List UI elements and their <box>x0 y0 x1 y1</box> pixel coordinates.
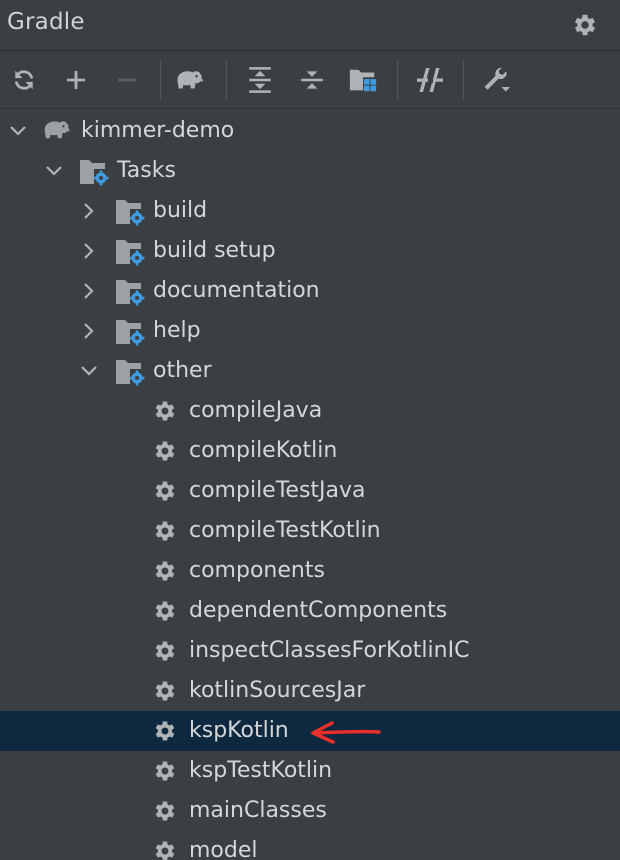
gear-icon <box>152 398 180 424</box>
tree-node-label: dependentComponents <box>189 598 448 623</box>
refresh-icon[interactable] <box>9 65 39 95</box>
tree-node-label: mainClasses <box>189 798 327 823</box>
gear-icon <box>152 838 180 860</box>
gear-icon <box>152 478 180 504</box>
tree-node-task[interactable]: compileJava <box>0 391 620 431</box>
tool-window-title: Gradle <box>7 9 85 35</box>
tree-node-label: build <box>153 198 208 223</box>
red-arrow-annotation <box>306 719 386 745</box>
tree-node-group[interactable]: build setup <box>0 231 620 271</box>
tree-node-label: kspKotlin <box>189 718 289 743</box>
toolbar-separator <box>463 60 464 100</box>
chevron-right-icon[interactable] <box>79 201 99 221</box>
offline-icon[interactable] <box>415 65 445 95</box>
gear-icon <box>152 438 180 464</box>
elephant-icon[interactable] <box>175 65 205 95</box>
toolbar-separator <box>397 60 398 100</box>
tree-node-label: model <box>189 838 258 860</box>
gear-icon <box>152 638 180 664</box>
tree-node-label: compileKotlin <box>189 438 338 463</box>
gear-icon <box>152 718 180 744</box>
gradle-project-tree: kimmer-demo Tasks build build setup docu… <box>0 109 620 860</box>
gradle-tool-window: Gradle kimmer-demo Tasks build build set… <box>0 0 620 860</box>
wrench-icon[interactable] <box>482 65 512 95</box>
tree-node-group[interactable]: help <box>0 311 620 351</box>
tree-node-group[interactable]: other <box>0 351 620 391</box>
tree-node-label: compileTestJava <box>189 478 366 503</box>
tree-node-label: compileTestKotlin <box>189 518 381 543</box>
chevron-right-icon[interactable] <box>79 241 99 261</box>
folder-gear-icon <box>79 158 109 186</box>
toolbar-separator <box>226 60 227 100</box>
tree-node-task[interactable]: inspectClassesForKotlinIC <box>0 631 620 671</box>
tool-window-header: Gradle <box>0 0 620 51</box>
tree-node-task[interactable]: components <box>0 551 620 591</box>
folder-grid-icon[interactable] <box>348 65 378 95</box>
folder-gear-icon <box>115 238 145 266</box>
tree-node-label: inspectClassesForKotlinIC <box>189 638 470 663</box>
tree-node-task[interactable]: model <box>0 831 620 860</box>
toolbar-separator <box>160 60 161 100</box>
tree-node-label: Tasks <box>117 158 176 183</box>
tree-node-label: kotlinSourcesJar <box>189 678 366 703</box>
tree-node-label: kimmer-demo <box>81 118 235 143</box>
tree-node-tasks[interactable]: Tasks <box>0 151 620 191</box>
tree-node-task[interactable]: dependentComponents <box>0 591 620 631</box>
chevron-down-icon[interactable] <box>8 121 28 141</box>
collapse-all-icon[interactable] <box>297 65 327 95</box>
tree-node-label: components <box>189 558 325 583</box>
tree-node-label: build setup <box>153 238 276 263</box>
gear-icon <box>152 678 180 704</box>
plus-icon[interactable] <box>61 65 91 95</box>
tree-node-label: kspTestKotlin <box>189 758 333 783</box>
tree-node-task[interactable]: compileTestKotlin <box>0 511 620 551</box>
tree-node-project[interactable]: kimmer-demo <box>0 111 620 151</box>
folder-gear-icon <box>115 278 145 306</box>
tree-node-group[interactable]: documentation <box>0 271 620 311</box>
tree-node-task[interactable]: compileTestJava <box>0 471 620 511</box>
gear-icon <box>152 598 180 624</box>
elephant-icon <box>42 118 70 144</box>
chevron-down-icon[interactable] <box>44 161 64 181</box>
tree-node-label: documentation <box>153 278 320 303</box>
tree-node-task[interactable]: kotlinSourcesJar <box>0 671 620 711</box>
gear-icon <box>152 798 180 824</box>
minus-icon[interactable] <box>112 65 142 95</box>
tree-node-task[interactable]: mainClasses <box>0 791 620 831</box>
tree-node-label: other <box>153 358 212 383</box>
expand-all-icon[interactable] <box>245 65 275 95</box>
chevron-down-icon[interactable] <box>79 361 99 381</box>
gear-icon <box>152 558 180 584</box>
gear-icon <box>152 518 180 544</box>
chevron-right-icon[interactable] <box>79 321 99 341</box>
tree-node-task[interactable]: compileKotlin <box>0 431 620 471</box>
folder-gear-icon <box>115 358 145 386</box>
chevron-right-icon[interactable] <box>79 281 99 301</box>
gradle-toolbar <box>0 51 620 109</box>
folder-gear-icon <box>115 198 145 226</box>
folder-gear-icon <box>115 318 145 346</box>
gear-icon <box>152 758 180 784</box>
tree-node-group[interactable]: build <box>0 191 620 231</box>
tree-node-task-selected[interactable]: kspKotlin <box>0 711 620 751</box>
tree-node-label: help <box>153 318 201 343</box>
tree-node-task[interactable]: kspTestKotlin <box>0 751 620 791</box>
gear-icon[interactable] <box>571 11 599 39</box>
tree-node-label: compileJava <box>189 398 323 423</box>
